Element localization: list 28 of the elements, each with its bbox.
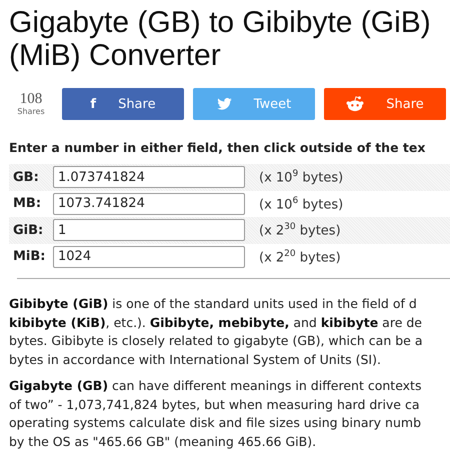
alien-icon	[346, 96, 364, 112]
input-field[interactable]: 1	[53, 219, 245, 242]
share-button[interactable]: f Share	[62, 88, 184, 120]
paragraph-line: of two” - 1,073,741,824 bytes, but when measuring hard drive ca	[9, 396, 421, 414]
paragraph-line: operating systems calculate disk and file sizes using binary numb	[9, 414, 422, 432]
page-title: Gigabyte (GB) to Gibibyte (GiB) (MiB) Converter	[9, 6, 432, 72]
input-field[interactable]: 1073.741824	[53, 192, 245, 215]
paragraph-line: Gigabyte (GB) can have different meanings in different contexts	[9, 377, 422, 395]
paragraph-line: Gibibyte (GiB) is one of the standard units used in the field of d	[9, 295, 418, 313]
share-count-label: Shares	[17, 107, 45, 116]
paragraph-line: bytes in accordance with International System of Units (SI).	[9, 350, 382, 369]
paragraph-line: bytes. Gibibyte is closely related to gigabyte (GB), which can be a	[9, 332, 424, 350]
field-label: GB:	[13, 170, 40, 185]
field-label: GiB:	[13, 222, 44, 238]
unit-text: (x 10$^{9}$ bytes)	[259, 169, 344, 186]
unit-text: (x 10$^{6}$ bytes)	[259, 196, 344, 212]
facebook-icon: f	[90, 96, 96, 112]
field-label: MB:	[13, 196, 42, 212]
field-label: MiB:	[13, 249, 46, 264]
paragraph-line: kibibyte (KiB), etc.). Gibibyte, mebibyte, and kibibyte are de	[9, 314, 423, 332]
unit-text: (x 2$^{20}$ bytes)	[259, 248, 341, 265]
instruction-text: Enter a number in either field, then click outside of the tex	[9, 140, 426, 155]
paragraph-line: by the OS as "465.66 GB" (meaning 465.66 GiB).	[9, 432, 318, 451]
input-field[interactable]: 1024	[53, 246, 245, 268]
unit-text: (x 2$^{30}$ bytes)	[259, 222, 341, 238]
input-field[interactable]: 1.073741824	[53, 166, 245, 188]
bird-icon	[216, 98, 232, 110]
share-count: 108	[20, 92, 42, 107]
